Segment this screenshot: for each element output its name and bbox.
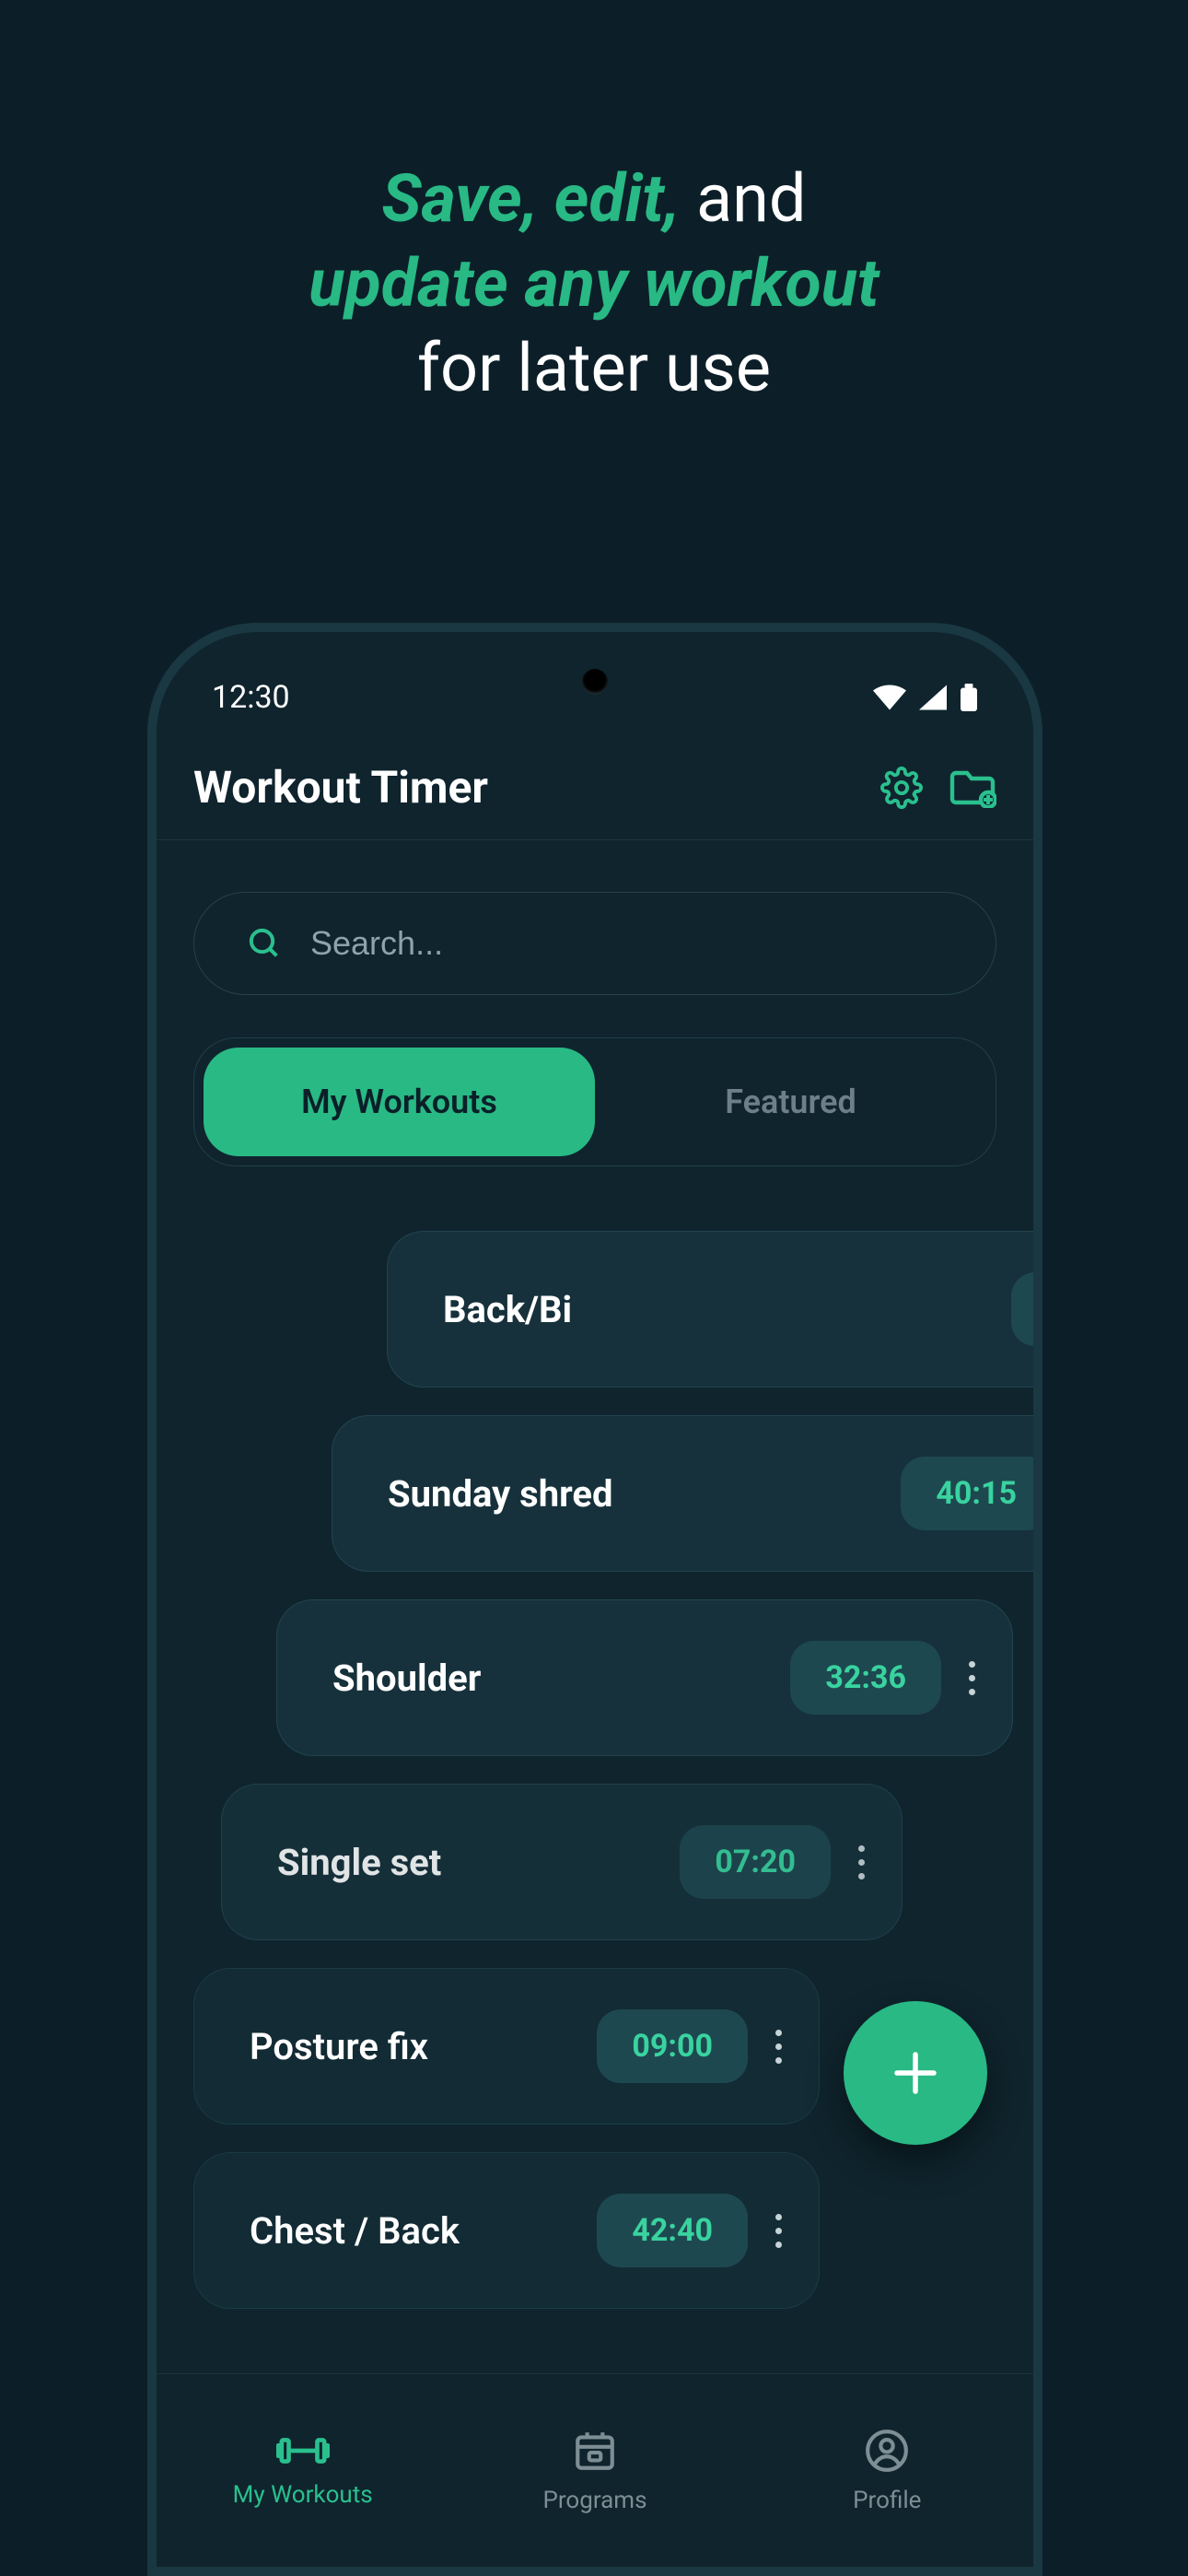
workout-row[interactable]: Chest / Back 42:40 bbox=[193, 2152, 820, 2309]
row-menu-button[interactable] bbox=[858, 1845, 865, 1879]
nav-label: Profile bbox=[853, 2487, 921, 2514]
headline-accent-2: update any workout bbox=[309, 244, 879, 322]
workout-row[interactable]: Shoulder 32:36 bbox=[276, 1599, 1013, 1756]
wifi-icon bbox=[873, 685, 906, 710]
nav-programs[interactable]: Programs bbox=[448, 2374, 740, 2567]
cell-signal-icon bbox=[919, 685, 947, 710]
workout-duration-chip: 09:00 bbox=[597, 2009, 748, 2083]
header-divider bbox=[157, 839, 1033, 840]
workout-tabs: My Workouts Featured bbox=[193, 1037, 996, 1166]
dumbbell-icon bbox=[276, 2433, 330, 2468]
workout-name: Single set bbox=[277, 1841, 652, 1884]
search-icon bbox=[246, 925, 283, 962]
search-input[interactable] bbox=[310, 924, 944, 963]
bottom-nav: My Workouts Programs Profile bbox=[157, 2373, 1033, 2567]
plus-icon bbox=[888, 2045, 943, 2101]
row-menu-button[interactable] bbox=[969, 1661, 975, 1695]
app-header: Workout Timer bbox=[193, 761, 996, 814]
workout-duration-chip: 42:40 bbox=[597, 2194, 748, 2267]
profile-icon bbox=[864, 2428, 910, 2474]
status-bar: 12:30 bbox=[212, 674, 978, 720]
workout-name: Back/Bi bbox=[443, 1288, 984, 1331]
workout-name: Chest / Back bbox=[250, 2209, 569, 2253]
new-folder-icon bbox=[949, 767, 996, 808]
workout-row[interactable]: Single set 07:20 bbox=[221, 1784, 903, 1940]
workout-duration-chip: 07:20 bbox=[680, 1825, 831, 1899]
workout-name: Posture fix bbox=[250, 2025, 569, 2068]
workout-name: Sunday shred bbox=[388, 1472, 873, 1516]
gear-icon bbox=[880, 767, 923, 809]
status-icons bbox=[873, 684, 978, 711]
workout-name: Shoulder bbox=[332, 1657, 763, 1700]
battery-icon bbox=[960, 684, 978, 711]
status-time: 12:30 bbox=[212, 679, 290, 716]
marketing-headline: Save, edit, and update any workout for l… bbox=[0, 157, 1188, 411]
nav-my-workouts[interactable]: My Workouts bbox=[157, 2374, 448, 2567]
workout-row[interactable]: Sunday shred 40:15 bbox=[332, 1415, 1042, 1572]
workout-duration-chip: 40:15 bbox=[901, 1457, 1042, 1530]
page-title: Workout Timer bbox=[193, 761, 855, 814]
workout-row[interactable]: Posture fix 09:00 bbox=[193, 1968, 820, 2125]
add-workout-fab[interactable] bbox=[844, 2001, 987, 2145]
workout-duration-chip: 45:32 bbox=[1011, 1272, 1042, 1346]
headline-accent-1: Save, edit, bbox=[381, 159, 680, 238]
tab-my-workouts[interactable]: My Workouts bbox=[204, 1048, 595, 1156]
workout-row[interactable]: Back/Bi 45:32 bbox=[387, 1231, 1042, 1388]
row-menu-button[interactable] bbox=[775, 2030, 782, 2064]
headline-text-2: for later use bbox=[417, 329, 771, 407]
tab-featured[interactable]: Featured bbox=[595, 1048, 986, 1156]
workout-duration-chip: 32:36 bbox=[790, 1641, 941, 1715]
headline-text-1: and bbox=[680, 159, 806, 238]
settings-button[interactable] bbox=[880, 767, 923, 809]
nav-label: My Workouts bbox=[233, 2481, 373, 2509]
row-menu-button[interactable] bbox=[775, 2214, 782, 2248]
new-folder-button[interactable] bbox=[949, 767, 996, 808]
search-bar[interactable] bbox=[193, 892, 996, 995]
nav-profile[interactable]: Profile bbox=[741, 2374, 1033, 2567]
nav-label: Programs bbox=[542, 2487, 646, 2514]
calendar-icon bbox=[572, 2428, 618, 2474]
phone-frame: 12:30 Workout Timer My Workouts Featured… bbox=[147, 623, 1042, 2576]
